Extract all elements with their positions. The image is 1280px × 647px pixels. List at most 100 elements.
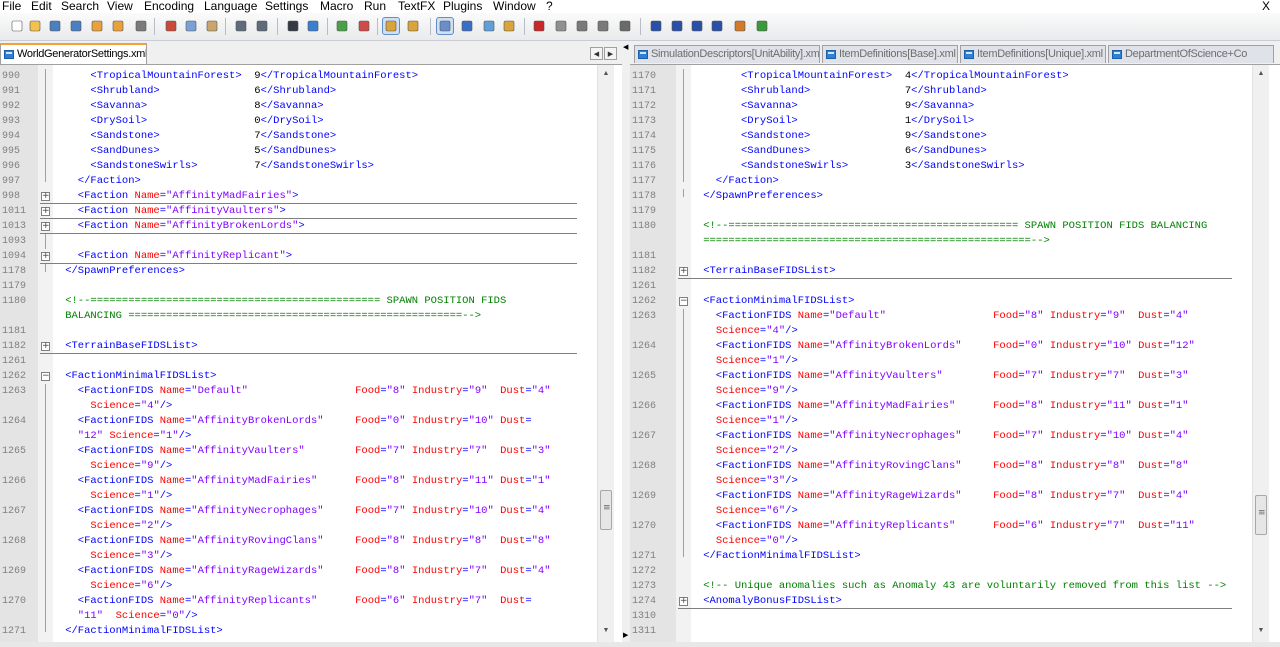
scroll-up-icon[interactable]: ▲: [601, 68, 611, 80]
token-val: "4": [531, 505, 551, 517]
token-val: "AffinityMadFairies": [166, 190, 293, 202]
redo-icon[interactable]: [254, 18, 270, 34]
scroll-up-icon[interactable]: ▲: [1256, 68, 1266, 80]
menu-view[interactable]: View: [107, 0, 133, 12]
open-file-icon[interactable]: [27, 18, 43, 34]
scrollbar-thumb[interactable]: [600, 490, 612, 530]
save-all-icon[interactable]: [68, 18, 84, 34]
file-tab[interactable]: ItemDefinitions[Unique].xml: [960, 45, 1106, 63]
zoom-out-icon[interactable]: [356, 18, 372, 34]
cut-icon[interactable]: [163, 18, 179, 34]
prev-diff-icon[interactable]: [669, 18, 685, 34]
vertical-scrollbar[interactable]: ▲ ▼: [597, 65, 614, 642]
save-macro-icon[interactable]: [617, 18, 633, 34]
token-val: "1": [531, 475, 551, 487]
token-tag: <Faction: [40, 250, 135, 262]
line-number: 1173: [632, 116, 657, 127]
token-attr: Industry: [411, 565, 463, 577]
file-tab[interactable]: SimulationDescriptors[UnitAbility].xml: [634, 45, 820, 63]
code-line: Science="4"/>: [630, 324, 1252, 339]
save-icon[interactable]: [47, 18, 63, 34]
line-number: 1180: [632, 221, 657, 232]
indent-guide-icon[interactable]: [481, 18, 497, 34]
find-icon[interactable]: [285, 18, 301, 34]
tab-scroll-left-icon[interactable]: ◀: [590, 47, 603, 60]
scroll-down-icon[interactable]: ▼: [1256, 625, 1266, 637]
menu-language[interactable]: Language: [204, 0, 257, 12]
menu-settings[interactable]: Settings: [265, 0, 308, 12]
file-tab[interactable]: DepartmentOfScience+Co: [1108, 45, 1274, 63]
token-val: "8": [386, 475, 412, 487]
word-wrap-icon[interactable]: [436, 17, 454, 35]
sum-icon[interactable]: [709, 18, 725, 34]
splitter-left-arrow-icon[interactable]: ◀: [623, 44, 628, 52]
tools-icon[interactable]: [732, 18, 748, 34]
menu-macro[interactable]: Macro: [320, 0, 353, 12]
line-number: 1011: [2, 206, 27, 217]
print-icon[interactable]: [133, 18, 149, 34]
close-all-icon[interactable]: [110, 18, 126, 34]
token-attr: Science: [715, 325, 760, 337]
token-attr: Name: [159, 415, 185, 427]
spellcheck-icon[interactable]: [754, 18, 770, 34]
line-number: 1175: [632, 146, 657, 157]
replace-icon[interactable]: [305, 18, 321, 34]
code-text: <FactionFIDS Name="AffinityRageWizards" …: [678, 489, 1189, 504]
code-text: Science="1"/>: [678, 414, 798, 429]
menu-file[interactable]: File: [2, 0, 21, 12]
run-macro-multiple-icon[interactable]: [595, 18, 611, 34]
token-tag: [40, 520, 90, 532]
code-text: </FactionMinimalFIDSList>: [40, 624, 223, 639]
tab-scroll-right-icon[interactable]: ▶: [604, 47, 617, 60]
code-text: <Shrubland> 6</Shrubland>: [40, 84, 336, 99]
menu-encoding[interactable]: Encoding: [144, 0, 194, 12]
user-language-icon[interactable]: [501, 18, 517, 34]
splitter-right-arrow-icon[interactable]: ▶: [623, 632, 628, 640]
menu-window[interactable]: Window: [493, 0, 536, 12]
token-tag: <FactionFIDS: [40, 595, 160, 607]
token-tag: <AnomalyBonusFIDSList>: [678, 595, 842, 607]
sync-vertical-icon[interactable]: [382, 17, 400, 35]
token-val: "AffinityBrokenLords": [829, 340, 994, 352]
file-tab[interactable]: WorldGeneratorSettings.xml: [0, 43, 147, 64]
vertical-scrollbar[interactable]: ▲ ▼: [1252, 65, 1269, 642]
next-diff-icon[interactable]: [689, 18, 705, 34]
right-editor[interactable]: ▲ ▼ 1170 <TropicalMountainForest> 4</Tro…: [630, 65, 1280, 642]
code-text: </SpawnPreferences>: [678, 189, 823, 204]
token-val: "7": [1024, 430, 1050, 442]
new-file-icon[interactable]: [9, 18, 25, 34]
menu-search[interactable]: Search: [61, 0, 99, 12]
line-number: 1182: [2, 341, 27, 352]
play-macro-icon[interactable]: [574, 18, 590, 34]
zoom-in-icon[interactable]: [334, 18, 350, 34]
code-line: 1268 <FactionFIDS Name="AffinityRovingCl…: [630, 459, 1252, 474]
compare-icon[interactable]: [648, 18, 664, 34]
sync-horizontal-icon[interactable]: [405, 18, 421, 34]
menu-run[interactable]: Run: [364, 0, 386, 12]
code-line: Science="2"/>: [630, 444, 1252, 459]
token-val: "AffinityRovingClans": [829, 460, 994, 472]
file-tab[interactable]: ItemDefinitions[Base].xml: [822, 45, 958, 63]
record-macro-icon[interactable]: [531, 18, 547, 34]
token-tag: <Faction: [40, 205, 135, 217]
menu-help[interactable]: ?: [546, 0, 553, 12]
close-icon[interactable]: [89, 18, 105, 34]
token-val: "12": [1169, 340, 1195, 352]
paste-icon[interactable]: [204, 18, 220, 34]
stop-record-icon[interactable]: [553, 18, 569, 34]
copy-icon[interactable]: [183, 18, 199, 34]
line-number: 1264: [632, 341, 657, 352]
left-editor[interactable]: ▲ ▼ 990 <TropicalMountainForest> 9</Trop…: [0, 65, 622, 642]
token-attr: Name: [159, 445, 185, 457]
undo-icon[interactable]: [233, 18, 249, 34]
code-text: <FactionFIDS Name="AffinityBrokenLords" …: [40, 414, 532, 429]
menu-textfx[interactable]: TextFX: [398, 0, 435, 12]
show-all-chars-icon[interactable]: [459, 18, 475, 34]
line-number: 1178: [632, 191, 657, 202]
close-window-button[interactable]: X: [1262, 0, 1270, 12]
view-splitter[interactable]: ◀ ▶: [622, 42, 630, 647]
menu-edit[interactable]: Edit: [31, 0, 52, 12]
scrollbar-thumb[interactable]: [1255, 495, 1267, 535]
scroll-down-icon[interactable]: ▼: [601, 625, 611, 637]
menu-plugins[interactable]: Plugins: [443, 0, 482, 12]
